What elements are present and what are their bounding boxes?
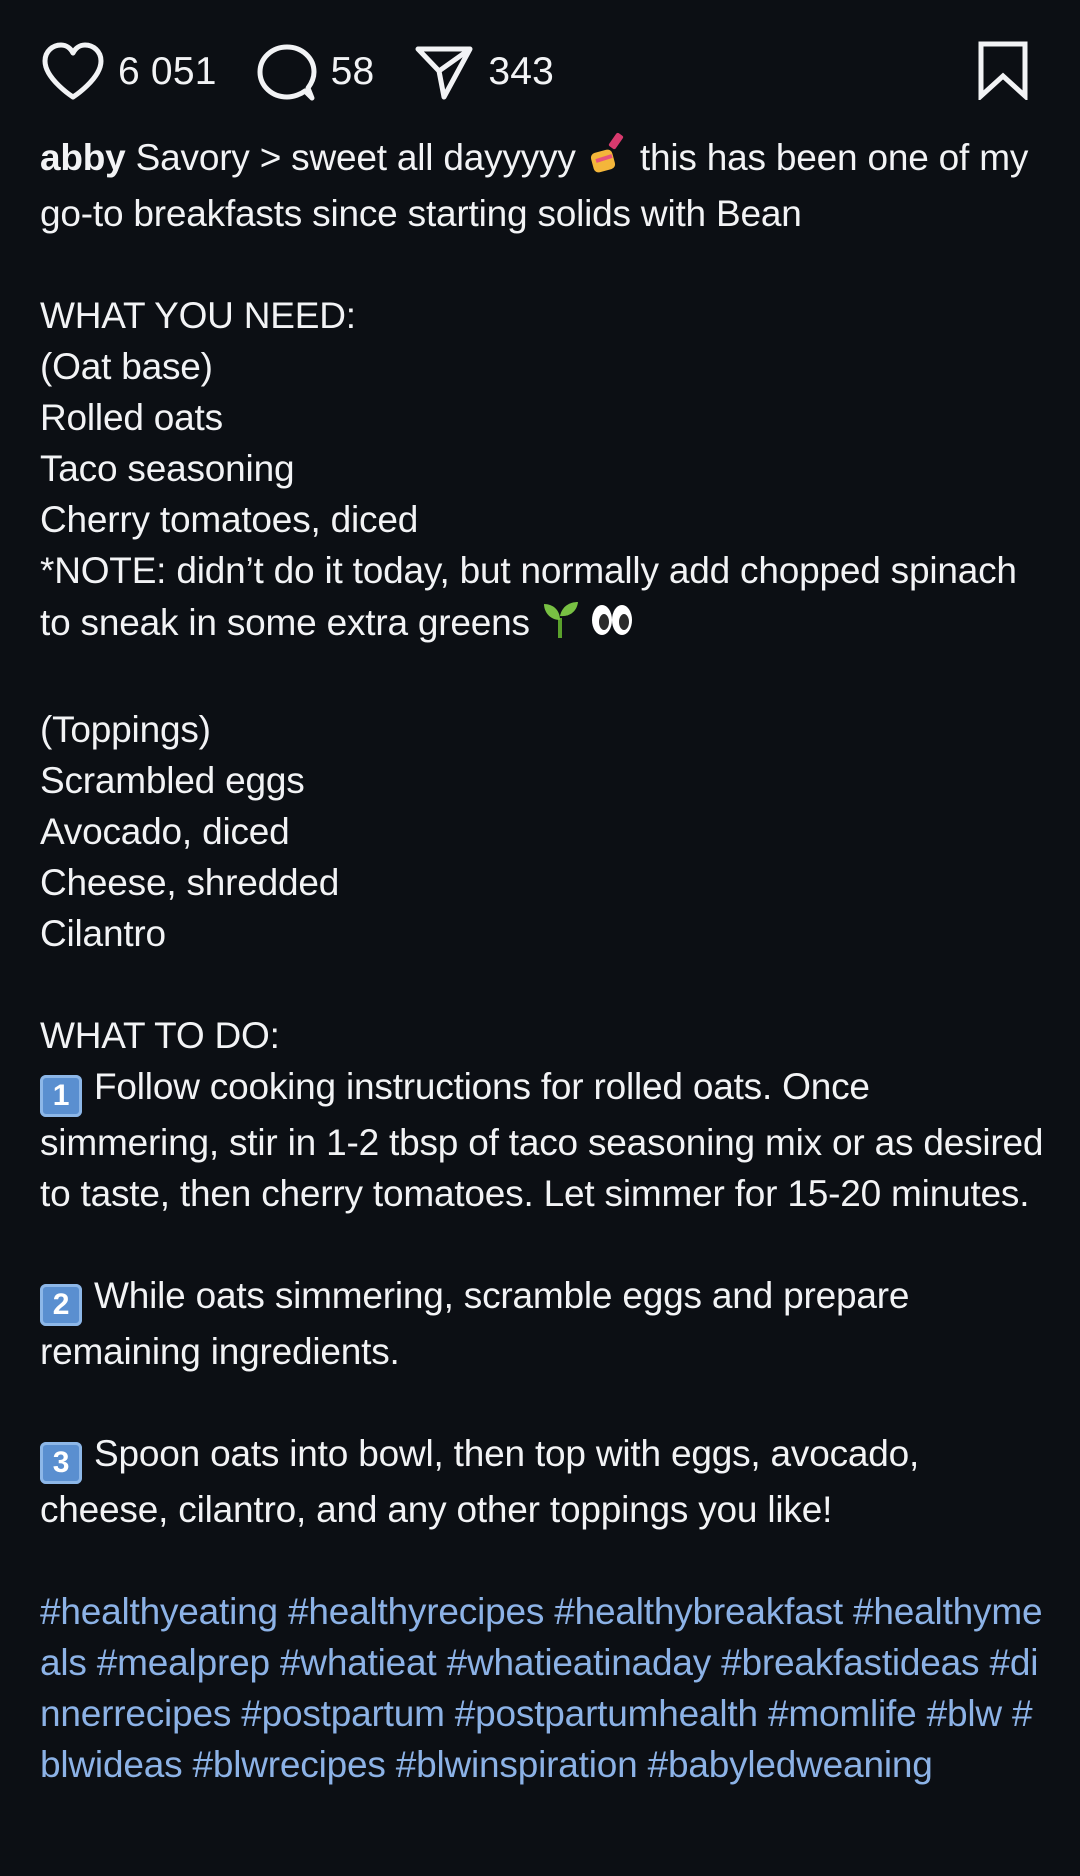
- hashtag-link[interactable]: #momlife: [768, 1693, 917, 1734]
- step-text: Follow cooking instructions for rolled o…: [40, 1066, 1044, 1214]
- hashtag-link[interactable]: #babyledweaning: [648, 1744, 933, 1785]
- hashtag-link[interactable]: #blwrecipes: [192, 1744, 385, 1785]
- step-item: 3 Spoon oats into bowl, then top with egg…: [40, 1428, 1045, 1535]
- keycap-three-icon: 3: [40, 1442, 82, 1484]
- comments-count: 58: [330, 50, 375, 93]
- hashtag-list: #healthyeating #healthyrecipes #healthyb…: [40, 1586, 1045, 1790]
- likes-count: 6 051: [118, 50, 217, 93]
- hashtag-link[interactable]: #healthyrecipes: [288, 1591, 544, 1632]
- ingredient-item: Rolled oats: [40, 397, 223, 438]
- step-item: 2 While oats simmering, scramble eggs and…: [40, 1270, 1045, 1377]
- topping-item: Avocado, diced: [40, 811, 290, 852]
- shares-count: 343: [488, 50, 555, 93]
- need-heading: WHAT YOU NEED:: [40, 295, 356, 336]
- like-button[interactable]: 6 051: [40, 41, 217, 103]
- share-button[interactable]: 343: [412, 41, 554, 103]
- note-line: *NOTE: didn’t do it today, but normally …: [40, 545, 1045, 653]
- hashtag-link[interactable]: #healthyeating: [40, 1591, 278, 1632]
- ingredient-item: Taco seasoning: [40, 448, 295, 489]
- hashtag-link[interactable]: #postpartumhealth: [455, 1693, 758, 1734]
- step-text: Spoon oats into bowl, then top with eggs…: [40, 1433, 920, 1530]
- step-item: 1 Follow cooking instructions for rolled …: [40, 1061, 1045, 1219]
- nail-polish-emoji-icon: [586, 131, 630, 188]
- ingredient-item: Cherry tomatoes, diced: [40, 499, 419, 540]
- username-link[interactable]: abby: [40, 137, 126, 178]
- hashtag-link[interactable]: #blw: [927, 1693, 1002, 1734]
- bookmark-icon: [976, 41, 1030, 104]
- post-caption: abby Savory > sweet all dayyyyy this has…: [40, 131, 1045, 1790]
- intro-text: Savory > sweet all dayyyyy: [135, 137, 576, 178]
- keycap-one-icon: 1: [40, 1075, 82, 1117]
- topping-item: Scrambled eggs: [40, 760, 305, 801]
- eyes-emoji-icon: [590, 600, 634, 653]
- comment-bubble-icon: [255, 41, 319, 103]
- hashtag-link[interactable]: #whatieat: [280, 1642, 437, 1683]
- topping-item: Cilantro: [40, 913, 166, 954]
- save-button[interactable]: [976, 40, 1030, 105]
- hashtag-link[interactable]: #breakfastideas: [721, 1642, 979, 1683]
- do-heading: WHAT TO DO:: [40, 1015, 280, 1056]
- keycap-two-icon: 2: [40, 1284, 82, 1326]
- toppings-heading: (Toppings): [40, 709, 211, 750]
- caption-intro: abby Savory > sweet all dayyyyy this has…: [40, 131, 1045, 239]
- comment-button[interactable]: 58: [255, 41, 375, 103]
- heart-icon: [40, 41, 106, 103]
- send-icon: [412, 41, 476, 103]
- step-text: While oats simmering, scramble eggs and …: [40, 1275, 910, 1372]
- oat-base-heading: (Oat base): [40, 346, 213, 387]
- hashtag-link[interactable]: #healthybreakfast: [554, 1591, 843, 1632]
- topping-item: Cheese, shredded: [40, 862, 340, 903]
- note-text: *NOTE: didn’t do it today, but normally …: [40, 550, 1017, 643]
- hashtag-link[interactable]: #mealprep: [97, 1642, 270, 1683]
- post-actions-bar: 6 051 58 343: [40, 36, 1040, 108]
- hashtag-link[interactable]: #whatieatinaday: [447, 1642, 712, 1683]
- hashtag-link[interactable]: #blwinspiration: [396, 1744, 638, 1785]
- hashtag-link[interactable]: #postpartum: [241, 1693, 445, 1734]
- seedling-emoji-icon: [540, 596, 580, 653]
